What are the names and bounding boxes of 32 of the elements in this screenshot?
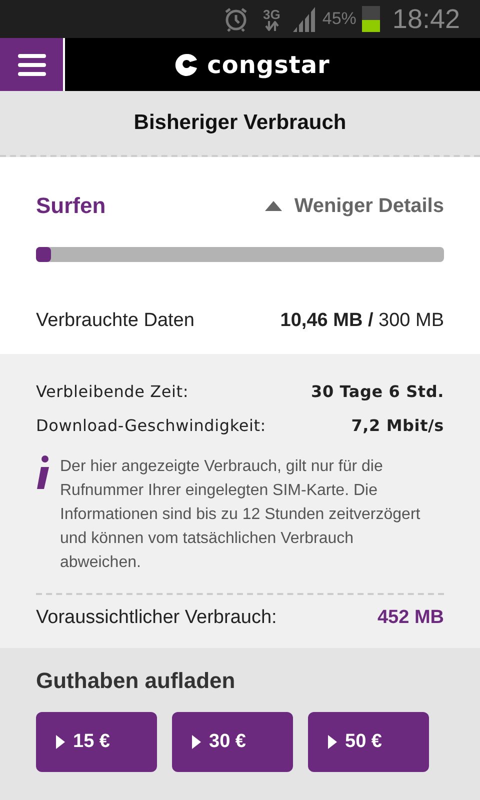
menu-icon — [18, 54, 46, 76]
data-transfer-icon — [264, 20, 279, 30]
details-toggle[interactable]: Weniger Details — [265, 194, 444, 218]
topup-title: Guthaben aufladen — [36, 668, 236, 694]
topup-button[interactable]: 30 € — [172, 712, 293, 772]
data-limit-value: 300 MB — [378, 310, 444, 331]
triangle-icon — [265, 201, 282, 211]
play-icon — [192, 735, 201, 749]
forecast-value: 452 MB — [377, 607, 444, 629]
alarm-clock-icon — [223, 6, 250, 32]
logo-text: congstar — [207, 50, 330, 78]
network-type-label: 3G — [263, 8, 280, 20]
used-data-label: Verbrauchte Daten — [36, 310, 194, 332]
detail-label: Download-Geschwindigkeit: — [36, 416, 266, 435]
logo-icon — [175, 54, 198, 76]
topup-button[interactable]: 15 € — [36, 712, 157, 772]
clock-time: 18:42 — [392, 4, 460, 34]
battery-icon — [362, 6, 380, 32]
detail-label: Verbleibende Zeit: — [36, 382, 189, 401]
info-icon — [36, 455, 50, 491]
play-icon — [56, 735, 65, 749]
detail-value: 30 Tage 6 Std. — [311, 382, 444, 401]
used-data-value: 10,46 MB / — [280, 310, 374, 331]
forecast-label: Voraussichtlicher Verbrauch: — [36, 607, 277, 629]
section-title: Surfen — [36, 193, 106, 219]
detail-value: 7,2 Mbit/s — [351, 416, 444, 435]
menu-button[interactable] — [0, 38, 65, 91]
info-text: Der hier angezeigte Verbrauch, gilt nur für die Rufnummer Ihrer eingelegten SIM-Karte. Die Informationen sind bis zu 12 Stunden zeitverzögert und können vom tatsächlichen Verbrauch abweichen. — [60, 457, 422, 573]
battery-percentage: 45% — [322, 9, 356, 29]
play-icon — [328, 735, 337, 749]
topup-button[interactable]: 50 € — [308, 712, 429, 772]
page-title: Bisheriger Verbrauch — [134, 111, 346, 135]
